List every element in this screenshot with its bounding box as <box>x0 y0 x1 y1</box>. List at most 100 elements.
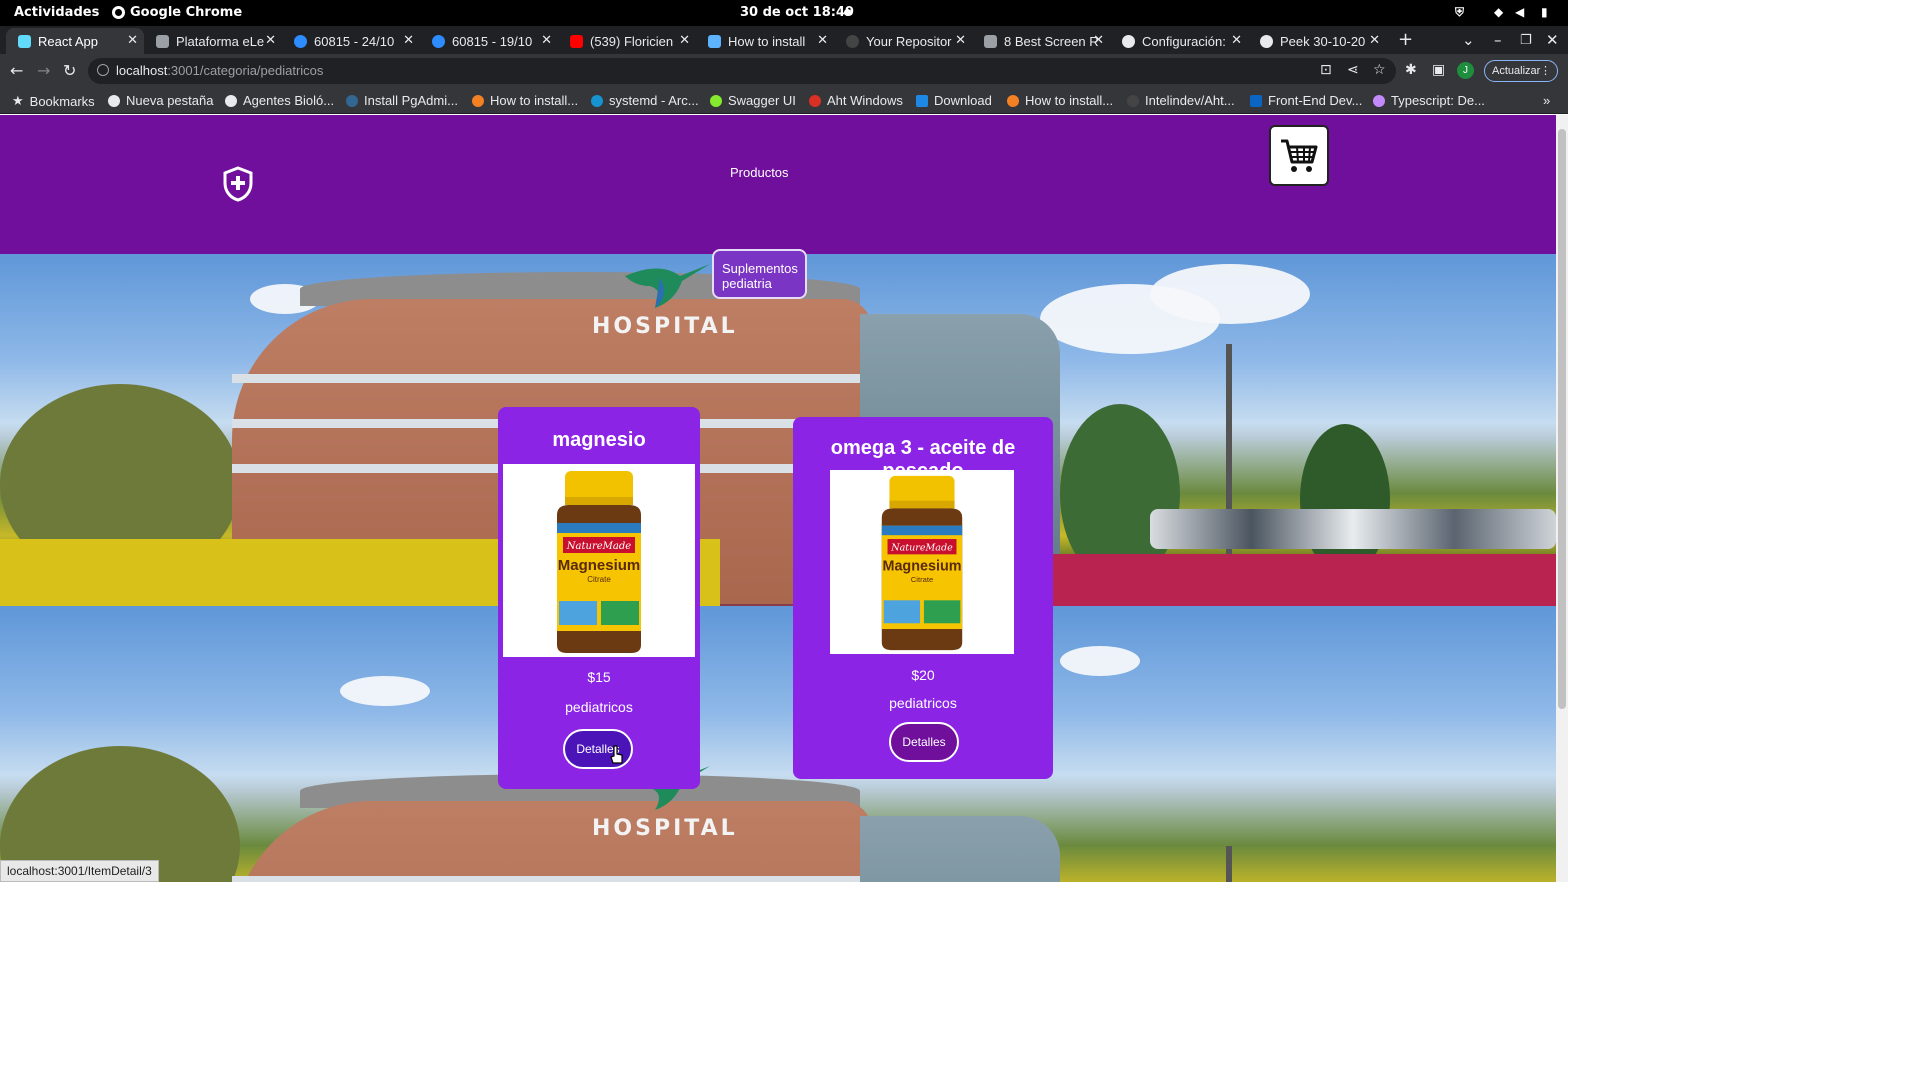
close-tab-icon[interactable]: ✕ <box>817 32 828 48</box>
tab-screen-recorder[interactable]: 8 Best Screen R ✕ <box>972 28 1110 54</box>
tab-search-chevron-icon[interactable]: ⌄ <box>1462 31 1475 49</box>
close-tab-icon[interactable]: ✕ <box>1369 32 1380 48</box>
magnesium-bottle-icon: NatureMade Magnesium Citrate <box>557 470 641 653</box>
tab-zoom-1[interactable]: 60815 - 24/10 ✕ <box>282 28 420 54</box>
tab-plataforma[interactable]: Plataforma eLe ✕ <box>144 28 282 54</box>
tab-title: 8 Best Screen R <box>1004 33 1099 49</box>
star-icon[interactable]: ☆ <box>1373 62 1386 78</box>
shield-medical-logo-icon[interactable] <box>222 166 254 202</box>
tab-title: Peek 30-10-20 <box>1280 33 1366 49</box>
update-button[interactable]: Actualizar ⋮ <box>1484 60 1558 82</box>
close-tab-icon[interactable]: ✕ <box>265 32 276 48</box>
new-tab-icon[interactable]: + <box>1398 29 1413 50</box>
docker-icon <box>708 34 721 48</box>
browser-toolbar: ← → ↻ localhost:3001/categoria/pediatric… <box>0 54 1568 88</box>
system-top-bar: Actividades Google Chrome 30 de oct 18:4… <box>0 0 1568 26</box>
address-bar[interactable]: localhost:3001/categoria/pediatricos <box>88 58 1396 84</box>
close-tab-icon[interactable]: ✕ <box>955 32 966 48</box>
bookmark-item[interactable]: Typescript: De... <box>1373 93 1485 108</box>
tab-zoom-2[interactable]: 60815 - 19/10 ✕ <box>420 28 558 54</box>
bookmark-folder[interactable]: ★ Bookmarks <box>12 93 95 109</box>
hospital-sign: HOSPITAL <box>592 816 738 841</box>
activities-button[interactable]: Actividades <box>14 5 99 20</box>
tab-title: (539) Floricien <box>590 33 674 49</box>
extensions-icon[interactable]: ✱ <box>1405 62 1417 78</box>
close-tab-icon[interactable]: ✕ <box>679 32 690 48</box>
share-icon[interactable]: ⋖ <box>1347 62 1359 78</box>
keyboard-icon <box>156 34 169 48</box>
close-tab-icon[interactable]: ✕ <box>403 32 414 48</box>
scrollbar-thumb[interactable] <box>1558 129 1566 709</box>
svg-text:Magnesium: Magnesium <box>883 559 962 575</box>
page-scrollbar[interactable] <box>1556 115 1568 882</box>
tab-react-app[interactable]: React App ✕ <box>6 28 144 54</box>
category-button-suplementos-pediatria[interactable]: Suplementos pediatria <box>712 249 807 299</box>
kebab-menu-icon[interactable]: ⋮ <box>1540 61 1551 81</box>
minimize-icon[interactable]: – <box>1494 31 1502 49</box>
cart-button[interactable] <box>1269 125 1329 186</box>
close-tab-icon[interactable]: ✕ <box>1231 32 1242 48</box>
site-icon <box>1373 94 1385 107</box>
product-price: $15 <box>587 669 611 685</box>
details-button[interactable]: Detalles <box>889 722 959 762</box>
product-category: pediatricos <box>889 695 957 711</box>
product-price: $20 <box>911 667 935 683</box>
window-close-icon[interactable]: ✕ <box>1546 31 1559 49</box>
bookmark-item[interactable]: Front-End Dev... <box>1250 93 1362 108</box>
translate-icon[interactable]: ⊡ <box>1320 62 1332 78</box>
tab-configuracion[interactable]: Configuración: ✕ <box>1110 28 1248 54</box>
forward-arrow-icon[interactable]: → <box>37 61 50 80</box>
close-tab-icon[interactable]: ✕ <box>1093 32 1104 48</box>
gear-icon <box>1122 34 1135 48</box>
volume-icon[interactable]: ◀ <box>1515 5 1524 19</box>
bookmark-item[interactable]: Download <box>916 93 992 108</box>
tab-title: Plataforma eLe <box>176 33 265 49</box>
hospital-sign: HOSPITAL <box>592 314 738 339</box>
battery-icon[interactable]: ▮ <box>1541 5 1548 19</box>
tab-youtube[interactable]: (539) Floricien ✕ <box>558 28 696 54</box>
close-tab-icon[interactable]: ✕ <box>127 32 138 48</box>
tab-github[interactable]: Your Repositor ✕ <box>834 28 972 54</box>
tab-how-to-install[interactable]: How to install ✕ <box>696 28 834 54</box>
wifi-icon[interactable]: ◆ <box>1494 5 1503 19</box>
profile-avatar[interactable]: J <box>1457 62 1474 79</box>
bookmark-item[interactable]: systemd - Arc... <box>591 93 699 108</box>
svg-text:Citrate: Citrate <box>911 575 934 584</box>
app-menu[interactable]: Google Chrome <box>112 5 242 20</box>
zoom-icon <box>294 34 307 48</box>
site-icon <box>984 34 997 48</box>
star-icon: ★ <box>12 93 24 108</box>
close-tab-icon[interactable]: ✕ <box>541 32 552 48</box>
site-info-icon[interactable] <box>97 64 109 76</box>
bookmark-item[interactable]: How to install... <box>472 93 578 108</box>
globe-icon <box>1260 34 1273 48</box>
bookmark-item[interactable]: Install PgAdmi... <box>346 93 458 108</box>
react-icon <box>18 34 31 48</box>
shield-status-icon[interactable]: ⛨ <box>1455 5 1464 20</box>
more-bookmarks-icon[interactable]: » <box>1543 93 1550 108</box>
svg-text:Magnesium: Magnesium <box>558 557 641 574</box>
bookmark-item[interactable]: Agentes Bioló... <box>225 93 334 108</box>
hummingbird-icon <box>625 264 710 308</box>
tab-peek[interactable]: Peek 30-10-20 ✕ <box>1248 28 1386 54</box>
nav-link-productos[interactable]: Productos <box>730 165 789 180</box>
maximize-icon[interactable]: ❐ <box>1520 33 1532 48</box>
reload-icon[interactable]: ↻ <box>63 61 76 80</box>
hospital-background-image: HOSPITAL <box>0 254 1556 606</box>
hospital-background-image: HOSPITAL <box>0 606 1556 882</box>
bookmark-item[interactable]: Swagger UI <box>710 93 796 108</box>
tab-title: How to install <box>728 33 806 49</box>
back-arrow-icon[interactable]: ← <box>10 61 23 80</box>
pgadmin-icon <box>346 94 358 107</box>
product-name: magnesio <box>552 429 646 451</box>
bookmark-item[interactable]: How to install... <box>1007 93 1113 108</box>
bookmarks-bar: ★ Bookmarks Nueva pestaña Agentes Bioló..… <box>0 88 1568 114</box>
clock[interactable]: 30 de oct 18:49 <box>740 5 854 20</box>
side-panel-icon[interactable]: ▣ <box>1432 62 1445 78</box>
url-text[interactable]: localhost:3001/categoria/pediatricos <box>116 63 323 78</box>
bookmark-item[interactable]: Nueva pestaña <box>108 93 213 108</box>
bookmark-item[interactable]: Intelindev/Aht... <box>1127 93 1235 108</box>
tab-title: 60815 - 24/10 <box>314 33 395 49</box>
bookmark-item[interactable]: Aht Windows <box>809 93 903 108</box>
notification-dot-icon <box>844 9 851 16</box>
